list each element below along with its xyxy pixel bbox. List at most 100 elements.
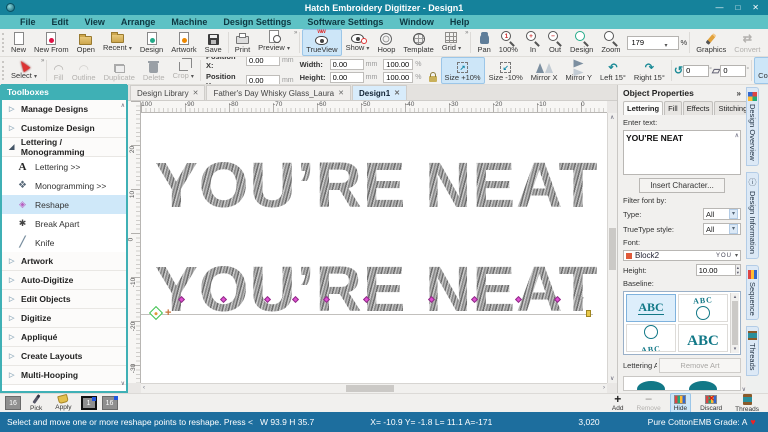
show-dropdown-icon[interactable]: ▾	[366, 46, 369, 52]
horizontal-scrollbar[interactable]: ‹ ›	[141, 383, 607, 393]
vertical-scroll-thumb[interactable]	[609, 228, 616, 270]
thread-color-swatch-back[interactable]: 16	[5, 396, 21, 410]
baseline-option-straight[interactable]: ABC	[626, 294, 676, 322]
open-button[interactable]: Open	[73, 29, 99, 56]
menu-software-settings[interactable]: Software Settings	[299, 17, 391, 27]
tab-design-information[interactable]: ⓘDesign Information	[746, 172, 759, 259]
rotate-left-15-button[interactable]: ↶Left 15°	[596, 57, 630, 84]
toolbox-multi-hooping[interactable]: ▷Multi-Hooping	[2, 366, 126, 385]
scale-y-input[interactable]	[383, 72, 413, 83]
new-from-button[interactable]: New From	[30, 29, 73, 56]
height-input[interactable]	[330, 72, 364, 83]
tab-lettering[interactable]: Lettering	[623, 101, 663, 115]
lettering-height-input[interactable]	[696, 264, 736, 276]
embroidery-text-row2[interactable]: YOU’RE NEAT	[155, 257, 599, 321]
restore-button[interactable]: □	[735, 3, 740, 12]
menu-file[interactable]: File	[12, 17, 44, 27]
tab-sequence[interactable]: Sequence	[746, 265, 759, 321]
tool-break-apart[interactable]: ✱Break Apart	[2, 214, 126, 233]
toolbox-create-layouts[interactable]: ▷Create Layouts	[2, 347, 126, 366]
recent-button[interactable]: Recent ▾	[99, 29, 136, 56]
apply-color-button[interactable]: Apply	[51, 393, 75, 413]
preview-dropdown-icon[interactable]: ▾	[287, 46, 290, 52]
close-button[interactable]: ✕	[752, 3, 759, 12]
graphics-button[interactable]: Graphics	[692, 29, 730, 56]
grid-button[interactable]: Grid ▾	[438, 29, 465, 56]
baseline-scroll-up[interactable]: ▴	[734, 294, 737, 300]
toolbox-digitize[interactable]: ▷Digitize	[2, 309, 126, 328]
zoom-level-combo[interactable]: ▾	[627, 36, 679, 50]
lettering-art-option[interactable]	[678, 379, 728, 391]
truetype-style-select[interactable]: All▾	[703, 223, 741, 235]
print-button[interactable]: Print	[231, 29, 254, 56]
baseline-scrollbar[interactable]: ▴ ▾	[730, 293, 739, 352]
scroll-up-arrow[interactable]: ∧	[610, 114, 614, 121]
select-dropdown-icon[interactable]: ▾	[34, 74, 37, 80]
baseline-scroll-down[interactable]: ▾	[734, 346, 737, 352]
grid-dropdown-icon[interactable]: ▾	[458, 46, 461, 52]
scroll-right-arrow[interactable]: ›	[603, 385, 605, 391]
trueview-button[interactable]: wwTrueView	[302, 29, 341, 56]
font-dropdown-icon[interactable]: ▾	[735, 252, 738, 259]
position-y-input[interactable]	[246, 75, 280, 85]
baseline-end-marker[interactable]: ▷	[578, 293, 584, 302]
menu-arrange[interactable]: Arrange	[113, 17, 164, 27]
zoom-tool-button[interactable]: Zoom	[597, 29, 624, 56]
type-dropdown-icon[interactable]: ▾	[729, 209, 738, 219]
lettering-art-option[interactable]	[626, 379, 676, 391]
toolbox-lettering-monogramming[interactable]: ◢Lettering / Monogramming	[2, 138, 126, 157]
toolbox-auto-digitize[interactable]: ▷Auto-Digitize	[2, 271, 126, 290]
toolboxes-scroll-up[interactable]: ∧	[121, 102, 125, 109]
baseline-scroll-thumb[interactable]	[732, 301, 738, 344]
design-canvas[interactable]: YOU’RE NEAT YOU’RE NEAT + ▷	[141, 113, 607, 383]
tab-design-overview[interactable]: Design Overview	[746, 87, 759, 166]
baseline-option-block[interactable]: ABC	[678, 324, 728, 352]
tab-close-icon[interactable]: ✕	[338, 89, 344, 97]
font-select[interactable]: Block2 YOU ▾	[623, 250, 741, 261]
vertical-scrollbar[interactable]: ∧ ∨	[607, 113, 617, 383]
baseline-option-circle-monogram[interactable]: ABC	[626, 324, 676, 352]
toolbar-overflow-icon[interactable]: »	[41, 58, 44, 64]
toolbox-manage-designs[interactable]: ▷Manage Designs	[2, 100, 126, 119]
tool-reshape[interactable]: ◈Reshape	[2, 195, 126, 214]
enter-text-input[interactable]: YOU'RE NEAT ∧	[623, 130, 741, 175]
zoom-100-button[interactable]: 1100%	[495, 29, 522, 56]
toolbox-customize-design[interactable]: ▷Customize Design	[2, 119, 126, 138]
position-x-input[interactable]	[246, 57, 280, 66]
tool-lettering[interactable]: ALettering >>	[2, 157, 126, 176]
save-button[interactable]: Save	[201, 29, 226, 56]
discard-unused-button[interactable]: ✕Discard	[696, 393, 726, 414]
lock-proportions-button[interactable]	[425, 57, 441, 84]
tab-design-library[interactable]: Design Library✕	[130, 85, 205, 100]
menu-window[interactable]: Window	[391, 17, 441, 27]
scroll-left-arrow[interactable]: ‹	[143, 385, 145, 391]
tool-monogramming[interactable]: ❖Monogramming >>	[2, 176, 126, 195]
preview-button[interactable]: Preview ▾	[254, 29, 294, 56]
tab-fill[interactable]: Fill	[664, 101, 682, 115]
toolbar-overflow-icon[interactable]: »	[465, 30, 468, 36]
tab-threads[interactable]: Threads	[746, 326, 759, 376]
pan-button[interactable]: Pan	[473, 29, 494, 56]
horizontal-scroll-thumb[interactable]	[346, 385, 394, 392]
corners-button[interactable]: ΛCorners ▾	[754, 57, 768, 84]
show-button[interactable]: Show ▾	[342, 29, 374, 56]
toolbar-overflow-icon[interactable]: »	[294, 30, 297, 36]
menu-edit[interactable]: Edit	[44, 17, 77, 27]
hoop-button[interactable]: Hoop	[373, 29, 399, 56]
zoom-level-input[interactable]	[630, 37, 662, 49]
truetype-dropdown-icon[interactable]: ▾	[729, 224, 738, 234]
recent-dropdown-icon[interactable]: ▾	[129, 46, 132, 52]
panel-expand-icon[interactable]: »	[737, 89, 741, 98]
toolbox-artwork[interactable]: ▷Artwork	[2, 252, 126, 271]
size-down-button[interactable]: ↙Size -10%	[485, 57, 527, 84]
add-color-button[interactable]: +Add	[608, 392, 628, 414]
type-select[interactable]: All▾	[703, 208, 741, 220]
menu-view[interactable]: View	[77, 17, 113, 27]
toolbox-edit-objects[interactable]: ▷Edit Objects	[2, 290, 126, 309]
menu-design-settings[interactable]: Design Settings	[215, 17, 299, 27]
thread-color-swatch-16[interactable]: 16	[102, 396, 118, 410]
template-button[interactable]: Template	[399, 29, 437, 56]
zoom-design-button[interactable]: Design	[566, 29, 597, 56]
tab-effects[interactable]: Effects	[683, 101, 714, 115]
zoom-out-button[interactable]: −Out	[544, 29, 566, 56]
